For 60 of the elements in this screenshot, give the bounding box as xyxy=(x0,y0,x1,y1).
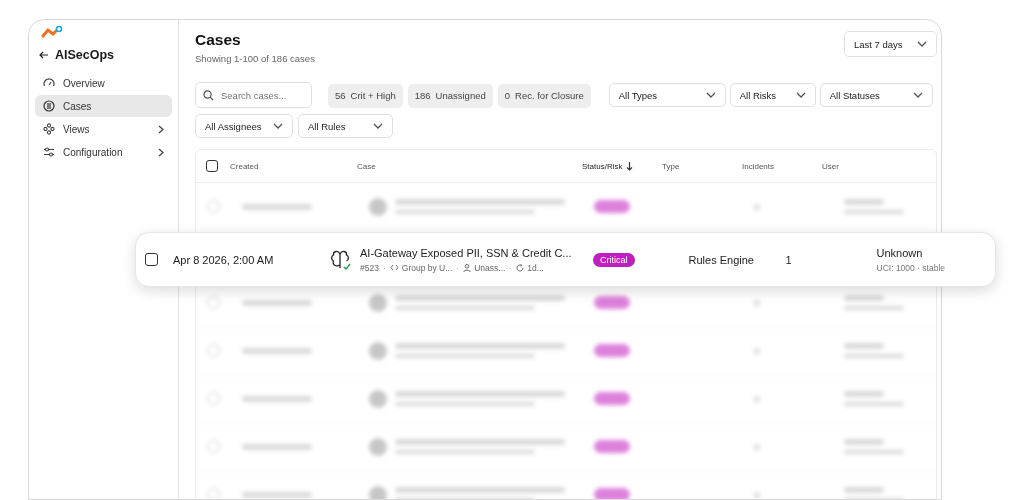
column-header[interactable]: Incidents xyxy=(742,161,775,171)
chevron-right-icon xyxy=(158,124,164,134)
chevron-down-icon xyxy=(373,123,383,129)
highlighted-case-row[interactable]: Apr 8 2026, 2:00 AM AI-Gateway Exposed PII, SSN & Credit C... #523 · Group by U... · Unass... · 1d... Critical Rules Engine 1 Unknown UCI: 1000 · stable xyxy=(135,232,996,287)
row-checkbox[interactable] xyxy=(145,253,158,266)
status-badge: Critical xyxy=(593,252,635,267)
filter-dropdown[interactable]: All Risks xyxy=(729,83,816,107)
filter-dropdown[interactable]: All Rules xyxy=(298,114,393,138)
brain-check-icon xyxy=(330,248,352,271)
case-type: Rules Engine xyxy=(688,253,755,266)
results-count: Showing 1-100 of 186 cases xyxy=(195,53,315,64)
user-name: Unknown xyxy=(876,246,924,259)
assignee-label: Unass... xyxy=(463,262,506,273)
separator-dot: · xyxy=(456,262,460,273)
sidebar-item[interactable]: Configuration xyxy=(35,141,172,163)
group-label: Group by U... xyxy=(389,262,453,273)
age-label: 1d... xyxy=(516,262,544,273)
sidebar-item[interactable]: Overview xyxy=(35,72,172,94)
incident-count: 1 xyxy=(785,253,793,266)
column-header[interactable]: Type xyxy=(662,161,680,171)
person-icon xyxy=(463,263,472,272)
logo-icon xyxy=(41,26,63,38)
code-icon xyxy=(389,264,399,271)
case-title[interactable]: AI-Gateway Exposed PII, SSN & Credit C... xyxy=(360,246,572,259)
column-header[interactable]: Case xyxy=(357,161,376,171)
sliders-icon xyxy=(43,146,55,158)
column-header[interactable]: User xyxy=(822,161,839,171)
separator-dot: · xyxy=(509,262,513,273)
summary-filter-chip[interactable]: 56 Crit + High xyxy=(328,83,403,108)
column-header[interactable]: Status/Risk xyxy=(582,161,623,171)
chevron-right-icon xyxy=(158,147,164,157)
summary-filter-chip[interactable]: 186 Unassigned xyxy=(407,83,493,108)
user-detail: UCI: 1000 · stable xyxy=(876,262,946,273)
refresh-icon xyxy=(516,263,525,272)
select-all-checkbox[interactable] xyxy=(206,160,218,172)
column-header[interactable]: Created xyxy=(230,161,259,171)
chevron-down-icon xyxy=(795,92,806,98)
filter-dropdown[interactable]: All Types xyxy=(608,83,726,107)
search-icon xyxy=(203,90,214,101)
chevron-down-icon xyxy=(273,123,283,129)
separator-dot: · xyxy=(382,262,386,273)
filter-dropdown[interactable]: All Statuses xyxy=(819,83,933,107)
created-date: Apr 8 2026, 2:00 AM xyxy=(173,253,275,266)
app-title: AISecOps xyxy=(55,48,115,62)
case-id: #523 xyxy=(360,262,379,273)
filter-dropdown[interactable]: All Assignees xyxy=(195,114,293,138)
chevron-down-icon xyxy=(912,92,923,98)
nodes-icon xyxy=(43,123,55,135)
summary-filter-chip[interactable]: 0 Rec. for Closure xyxy=(497,83,591,108)
back-arrow-icon[interactable] xyxy=(39,51,49,59)
circle-icon xyxy=(43,100,55,112)
date-range-dropdown[interactable]: Last 7 days xyxy=(844,31,937,57)
gauge-icon xyxy=(43,77,55,89)
sort-arrow-icon[interactable] xyxy=(626,161,634,171)
page-title: Cases xyxy=(195,31,242,49)
chevron-down-icon xyxy=(705,92,716,98)
sidebar-item[interactable]: Cases xyxy=(35,95,172,117)
chevron-down-icon xyxy=(917,41,927,47)
search-field[interactable]: Search cases... xyxy=(195,82,312,108)
sidebar-item[interactable]: Views xyxy=(35,118,172,140)
